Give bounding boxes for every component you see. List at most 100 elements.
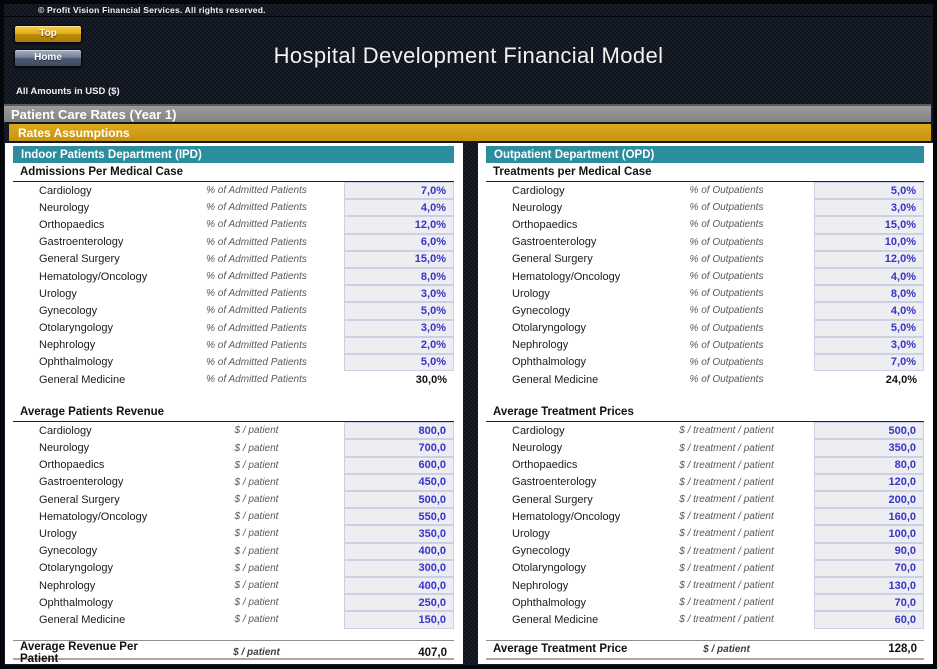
input-value-cell[interactable]: 8,0% [814, 285, 924, 302]
input-value-cell[interactable]: 100,0 [814, 525, 924, 542]
input-value-cell[interactable]: 5,0% [814, 182, 924, 199]
input-value-cell[interactable]: 200,0 [814, 491, 924, 508]
input-value-cell[interactable]: 15,0% [814, 216, 924, 233]
table-row: Otolaryngology$ / patient300,0 [13, 560, 454, 577]
input-value-cell[interactable]: 300,0 [344, 560, 454, 577]
input-value-cell[interactable]: 15,0% [344, 251, 454, 268]
table-row: Nephrology$ / treatment / patient130,0 [486, 577, 924, 594]
table-row: Hematology/Oncology$ / patient550,0 [13, 508, 454, 525]
table-row: Cardiology$ / treatment / patient500,0 [486, 422, 924, 439]
input-value-cell[interactable]: 500,0 [344, 491, 454, 508]
input-value-cell[interactable]: 70,0 [814, 560, 924, 577]
input-value-cell[interactable]: 4,0% [814, 268, 924, 285]
input-value-cell[interactable]: 550,0 [344, 508, 454, 525]
row-unit: $ / patient [169, 597, 344, 608]
table-row: Hematology/Oncology% of Admitted Patient… [13, 268, 454, 285]
row-unit: $ / patient [169, 546, 344, 557]
input-value-cell[interactable]: 4,0% [814, 302, 924, 319]
row-label: Neurology [486, 442, 639, 454]
row-label: Cardiology [486, 425, 639, 437]
input-value-cell[interactable]: 80,0 [814, 457, 924, 474]
input-value-cell[interactable]: 450,0 [344, 474, 454, 491]
table-row: Neurology% of Outpatients3,0% [486, 199, 924, 216]
section-heading: Average Patients Revenue [13, 403, 454, 422]
input-value-cell[interactable]: 2,0% [344, 337, 454, 354]
input-value-cell[interactable]: 5,0% [344, 302, 454, 319]
row-label: General Surgery [486, 253, 639, 265]
input-value-cell[interactable]: 90,0 [814, 543, 924, 560]
row-label: Urology [486, 288, 639, 300]
row-label: Cardiology [13, 185, 169, 197]
input-value-cell[interactable]: 120,0 [814, 474, 924, 491]
row-unit: % of Outpatients [639, 357, 814, 368]
table-row: Otolaryngology% of Admitted Patients3,0% [13, 320, 454, 337]
row-label: Gastroenterology [486, 236, 639, 248]
row-label: Otolaryngology [13, 322, 169, 334]
table-row: Ophthalmology% of Outpatients7,0% [486, 354, 924, 371]
ipd-panel-header: Indoor Patients Department (IPD) [13, 146, 454, 163]
row-unit: $ / patient [169, 563, 344, 574]
header-block: Top Home Hospital Development Financial … [4, 17, 933, 101]
row-label: General Medicine [13, 374, 169, 386]
input-value-cell[interactable]: 8,0% [344, 268, 454, 285]
input-value-cell[interactable]: 12,0% [344, 216, 454, 233]
table-row: Nephrology$ / patient400,0 [13, 577, 454, 594]
row-unit: % of Outpatients [639, 219, 814, 230]
row-label: Urology [13, 288, 169, 300]
table-row: Gastroenterology$ / treatment / patient1… [486, 474, 924, 491]
input-value-cell[interactable]: 70,0 [814, 594, 924, 611]
input-value-cell[interactable]: 7,0% [814, 354, 924, 371]
section-heading: Admissions Per Medical Case [13, 163, 454, 182]
table-row: Gynecology% of Admitted Patients5,0% [13, 302, 454, 319]
page-section-bar: Patient Care Rates (Year 1) [4, 104, 931, 122]
row-label: Otolaryngology [486, 562, 639, 574]
input-value-cell[interactable]: 3,0% [814, 199, 924, 216]
table-row: Orthopaedics% of Admitted Patients12,0% [13, 216, 454, 233]
input-value-cell[interactable]: 10,0% [814, 234, 924, 251]
row-unit: $ / patient [169, 477, 344, 488]
input-value-cell[interactable]: 600,0 [344, 457, 454, 474]
input-value-cell[interactable]: 350,0 [814, 439, 924, 456]
opd-panel: Outpatient Department (OPD)Treatments pe… [478, 143, 933, 664]
amounts-note: All Amounts in USD ($) [16, 86, 120, 97]
input-value-cell[interactable]: 400,0 [344, 577, 454, 594]
table-row: Gastroenterology% of Outpatients10,0% [486, 234, 924, 251]
input-value-cell[interactable]: 7,0% [344, 182, 454, 199]
table-row: Nephrology% of Outpatients3,0% [486, 337, 924, 354]
input-value-cell[interactable]: 12,0% [814, 251, 924, 268]
input-value-cell[interactable]: 3,0% [344, 320, 454, 337]
table-row: Orthopaedics$ / patient600,0 [13, 457, 454, 474]
rates-assumptions-bar: Rates Assumptions [9, 124, 931, 141]
top-button[interactable]: Top [14, 25, 82, 43]
row-unit: $ / treatment / patient [639, 460, 814, 471]
input-value-cell[interactable]: 150,0 [344, 611, 454, 628]
table-row: Orthopaedics% of Outpatients15,0% [486, 216, 924, 233]
row-label: General Surgery [486, 494, 639, 506]
input-value-cell[interactable]: 130,0 [814, 577, 924, 594]
input-value-cell[interactable]: 3,0% [814, 337, 924, 354]
table-row: General Surgery% of Outpatients12,0% [486, 251, 924, 268]
input-value-cell[interactable]: 400,0 [344, 543, 454, 560]
input-value-cell[interactable]: 160,0 [814, 508, 924, 525]
table-row: Ophthalmology$ / patient250,0 [13, 594, 454, 611]
input-value-cell[interactable]: 250,0 [344, 594, 454, 611]
row-unit: $ / patient [169, 511, 344, 522]
input-value-cell[interactable]: 700,0 [344, 439, 454, 456]
input-value-cell[interactable]: 800,0 [344, 422, 454, 439]
table-row: Gynecology$ / treatment / patient90,0 [486, 543, 924, 560]
row-unit: % of Outpatients [639, 254, 814, 265]
table-row: Nephrology% of Admitted Patients2,0% [13, 337, 454, 354]
input-value-cell[interactable]: 3,0% [344, 285, 454, 302]
copyright-text: © Profit Vision Financial Services. All … [38, 5, 266, 15]
input-value-cell[interactable]: 4,0% [344, 199, 454, 216]
row-label: General Medicine [486, 374, 639, 386]
row-unit: % of Admitted Patients [169, 202, 344, 213]
row-unit: % of Outpatients [639, 288, 814, 299]
input-value-cell[interactable]: 6,0% [344, 234, 454, 251]
input-value-cell[interactable]: 60,0 [814, 611, 924, 628]
input-value-cell[interactable]: 5,0% [344, 354, 454, 371]
table-row: Neurology$ / treatment / patient350,0 [486, 439, 924, 456]
input-value-cell[interactable]: 350,0 [344, 525, 454, 542]
input-value-cell[interactable]: 5,0% [814, 320, 924, 337]
input-value-cell[interactable]: 500,0 [814, 422, 924, 439]
